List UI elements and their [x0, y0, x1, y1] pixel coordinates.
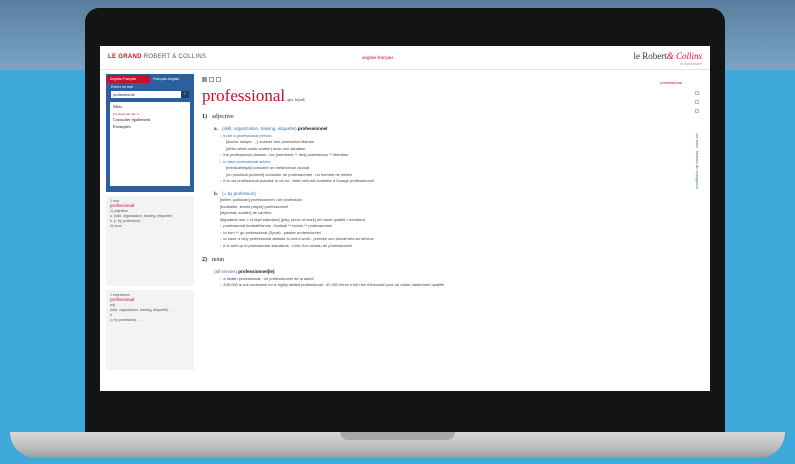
audio-icon[interactable] [695, 109, 699, 113]
sense-indicator[interactable]: (all senses) [214, 269, 237, 274]
search-button[interactable]: › [181, 91, 189, 98]
pos-number: 2) [202, 257, 207, 263]
entry-toolbar [202, 74, 680, 84]
sense-translation: professionnel [297, 126, 328, 131]
example-line: • it is well up to professional standards… [220, 242, 353, 248]
brand-prefix: LE GRAND [108, 54, 142, 60]
search-label: Entrez un mot [111, 85, 133, 89]
results-heading[interactable]: Exemples [113, 124, 187, 131]
app-window: LE GRAND ROBERT & COLLINS anglais-frança… [100, 46, 710, 391]
sense-letter: a. [214, 126, 218, 131]
copy-icon[interactable] [209, 76, 214, 82]
pos-label: noun [212, 257, 224, 263]
example-line: • £40,000 is not excessive for a highly s… [220, 282, 445, 287]
headword: professional/prəˈfeʃənl/ [202, 86, 680, 106]
results-list: Mots professional adj. n Consulter égale… [110, 102, 190, 186]
sense-letter: b. [214, 190, 218, 196]
entry-label-right: professional [660, 80, 682, 85]
direction-tabs: Anglais-Français Français-Anglais [107, 75, 193, 83]
logo-part-a: le Robert [633, 51, 667, 61]
zoom-in-icon[interactable] [695, 91, 699, 95]
brand-name: ROBERT & COLLINS [143, 54, 207, 60]
header-bar: LE GRAND ROBERT & COLLINS anglais-frança… [100, 46, 710, 70]
example-line: • it is not professional practice to do s… [220, 178, 374, 183]
sense-indicator[interactable]: (= by profession) [222, 191, 256, 196]
search-panel: Anglais-Français Français-Anglais Entrez… [106, 74, 194, 192]
dictionary-direction-link[interactable]: anglais-français [362, 55, 394, 60]
right-sidebar: voir aussi · tableaux de conjugaison [688, 86, 706, 246]
share-icon[interactable] [216, 76, 221, 82]
expression-outline: 1 expression professional adj. (skill, o… [106, 290, 194, 370]
sense-translation: professionnel(le) [238, 269, 275, 274]
tab-anglais-francais[interactable]: Anglais-Français [107, 75, 150, 83]
brand-title[interactable]: LE GRAND ROBERT & COLLINS [108, 54, 206, 60]
search-value: professional [113, 92, 135, 97]
print-icon[interactable] [202, 76, 207, 82]
sense-indicator[interactable]: (skill, organization, training, etiquett… [222, 126, 297, 131]
phonetic: /prəˈfeʃənl/ [287, 97, 306, 102]
laptop-hinge-notch [340, 432, 455, 440]
entry-panel: professional professional/prəˈfeʃənl/ 1)… [196, 74, 686, 386]
part-of-speech: 1) adjective [202, 114, 680, 120]
robert-collins-logo[interactable]: le Robert& Collins [633, 51, 702, 61]
logo-part-b: & Collins [666, 51, 702, 61]
logo-subtitle: le dictionnaire [680, 62, 702, 66]
sidebar-vertical-links[interactable]: voir aussi · tableaux de conjugaison [695, 133, 699, 203]
tab-francais-anglais[interactable]: Français-Anglais [150, 75, 193, 83]
part-of-speech: 2) noun [202, 257, 680, 263]
outline-item[interactable]: 2) noun [110, 224, 190, 229]
pos-number: 1) [202, 114, 207, 120]
search-input[interactable]: professional › [111, 91, 189, 98]
outline-item[interactable]: (= by profession) ... [110, 318, 190, 323]
headword-text: professional [202, 86, 286, 105]
pos-label: adjective [212, 114, 234, 120]
left-panel: Anglais-Français Français-Anglais Entrez… [106, 74, 194, 370]
zoom-out-icon[interactable] [695, 100, 699, 104]
entry-outline: 1 mot professional 1) adjective a. (skil… [106, 196, 194, 286]
